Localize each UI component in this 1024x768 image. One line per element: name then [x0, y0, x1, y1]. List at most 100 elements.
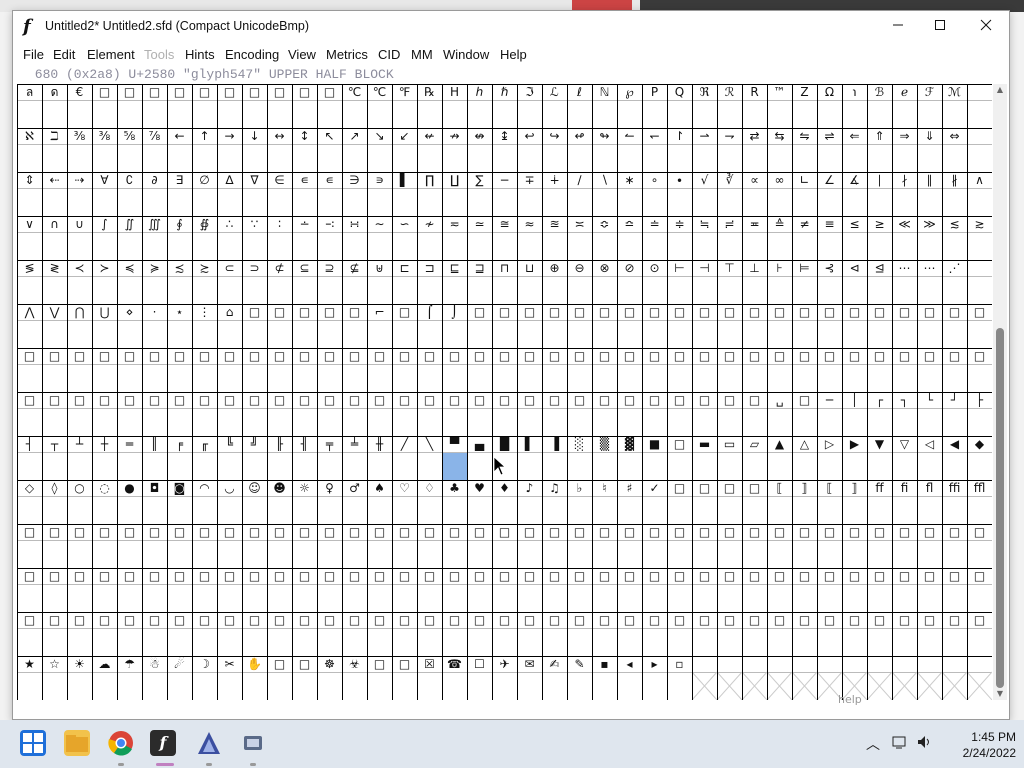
glyph-cell[interactable]: □ [524, 305, 535, 319]
glyph-cell[interactable]: □ [324, 569, 335, 583]
glyph-cell[interactable]: ∇ [249, 173, 259, 187]
glyph-cell[interactable]: ﬂ [926, 481, 934, 495]
glyph-cell[interactable]: □ [749, 349, 760, 363]
glyph-cell[interactable]: □ [299, 657, 310, 671]
glyph-cell[interactable]: ⅜ [99, 129, 111, 143]
glyph-cell[interactable]: ⇕ [24, 173, 34, 187]
glyph-cell[interactable]: □ [99, 569, 110, 583]
glyph-cell[interactable]: ⊖ [574, 261, 584, 275]
glyph-cell[interactable]: ⊰ [824, 261, 834, 275]
glyph-cell[interactable]: ☻ [273, 481, 286, 495]
glyph-cell[interactable]: □ [624, 349, 635, 363]
glyph-cell[interactable]: □ [274, 569, 285, 583]
glyph-cell[interactable]: ∼ [374, 217, 384, 231]
glyph-cell[interactable]: ⊨ [799, 261, 809, 275]
glyph-cell[interactable]: □ [574, 393, 585, 407]
glyph-cell[interactable]: □ [899, 525, 910, 539]
glyph-cell[interactable]: □ [749, 393, 760, 407]
glyph-cell[interactable]: ☒ [424, 657, 435, 671]
glyph-cell[interactable]: □ [599, 525, 610, 539]
menu-element[interactable]: Element [87, 47, 135, 62]
glyph-cell[interactable]: □ [499, 613, 510, 627]
glyph-cell[interactable]: ℓ [576, 85, 582, 99]
glyph-cell[interactable]: □ [799, 525, 810, 539]
menu-edit[interactable]: Edit [53, 47, 75, 62]
glyph-cell[interactable]: ∔ [549, 173, 559, 187]
glyph-cell[interactable]: □ [924, 569, 935, 583]
glyph-cell[interactable]: ℛ [725, 85, 735, 99]
scroll-up-arrow-icon[interactable]: ▲ [993, 84, 1007, 96]
glyph-cell[interactable]: □ [474, 613, 485, 627]
glyph-cell[interactable]: ║ [151, 436, 158, 451]
glyph-cell[interactable]: ☣ [349, 657, 360, 671]
glyph-cell[interactable]: □ [249, 393, 260, 407]
glyph-cell[interactable]: ╤ [325, 437, 334, 451]
glyph-cell[interactable]: ∤ [902, 173, 908, 187]
glyph-cell[interactable]: □ [949, 613, 960, 627]
glyph-cell[interactable]: □ [149, 393, 160, 407]
glyph-cell[interactable]: ≎ [599, 217, 609, 231]
glyph-cell[interactable]: □ [174, 349, 185, 363]
glyph-cell[interactable]: □ [649, 349, 660, 363]
glyph-cell[interactable]: □ [624, 393, 635, 407]
glyph-cell[interactable]: ⋅ [153, 305, 157, 319]
menu-view[interactable]: View [288, 47, 316, 62]
glyph-cell[interactable]: ◇ [25, 481, 35, 495]
glyph-cell[interactable]: ↾ [674, 129, 684, 143]
menu-mm[interactable]: MM [411, 47, 433, 62]
glyph-cell[interactable]: □ [424, 613, 435, 627]
glyph-cell[interactable]: □ [874, 525, 885, 539]
glyph-cell[interactable]: □ [574, 305, 585, 319]
glyph-cell[interactable]: □ [549, 569, 560, 583]
glyph-cell[interactable]: □ [299, 349, 310, 363]
glyph-cell[interactable]: □ [449, 569, 460, 583]
glyph-cell[interactable]: ≼ [124, 261, 134, 275]
glyph-cell[interactable]: □ [274, 349, 285, 363]
glyph-cell[interactable]: ∞ [775, 173, 785, 187]
glyph-cell[interactable]: ด [51, 85, 59, 99]
glyph-cell[interactable]: ╧ [350, 436, 359, 451]
glyph-cell[interactable]: □ [174, 85, 185, 99]
glyph-cell[interactable]: □ [324, 613, 335, 627]
glyph-cell[interactable]: ≺ [74, 261, 84, 275]
glyph-cell[interactable]: □ [874, 349, 885, 363]
glyph-cell[interactable]: − [499, 173, 509, 187]
glyph-cell[interactable]: ⊴ [874, 261, 884, 275]
glyph-cell[interactable]: ⊄ [274, 261, 284, 275]
glyph-cell[interactable] [966, 671, 992, 700]
glyph-cell[interactable]: ⊏ [399, 261, 409, 275]
glyph-cell[interactable]: ↗ [349, 129, 359, 143]
glyph-cell[interactable]: ┐ [900, 393, 908, 407]
glyph-cell[interactable]: ≊ [549, 217, 559, 231]
glyph-cell[interactable]: □ [524, 393, 535, 407]
glyph-cell[interactable]: ⊑ [449, 261, 459, 275]
glyph-cell[interactable]: □ [549, 305, 560, 319]
glyph-cell[interactable]: ⇌ [824, 129, 834, 143]
glyph-cell[interactable]: │ [851, 392, 858, 407]
volume-icon[interactable] [916, 734, 932, 754]
glyph-cell[interactable]: ℘ [625, 85, 634, 99]
glyph-cell[interactable]: □ [799, 613, 810, 627]
glyph-cell[interactable]: ─ [825, 393, 834, 407]
glyph-cell[interactable]: ∪ [75, 217, 84, 231]
glyph-cell[interactable]: ♯ [627, 481, 633, 495]
glyph-cell[interactable]: □ [624, 613, 635, 627]
glyph-cell[interactable]: ☎ [447, 657, 462, 671]
glyph-cell[interactable]: □ [549, 525, 560, 539]
glyph-cell[interactable]: ▐ [550, 436, 560, 451]
glyph-cell[interactable]: ∠ [824, 173, 835, 187]
glyph-cell[interactable]: ▒ [600, 436, 610, 451]
glyph-cell[interactable]: □ [399, 305, 410, 319]
glyph-cell[interactable]: ⊆ [299, 261, 309, 275]
glyph-cell[interactable]: □ [174, 569, 185, 583]
glyph-cell[interactable]: □ [774, 305, 785, 319]
glyph-cell[interactable]: □ [949, 569, 960, 583]
glyph-cell[interactable]: ♡ [399, 481, 410, 495]
glyph-cell[interactable]: □ [524, 613, 535, 627]
glyph-cell[interactable]: □ [674, 525, 685, 539]
glyph-cell[interactable]: □ [24, 525, 35, 539]
glyph-cell[interactable]: □ [949, 305, 960, 319]
glyph-cell[interactable]: ⋆ [176, 305, 184, 319]
glyph-cell[interactable]: □ [524, 525, 535, 539]
glyph-cell[interactable]: □ [449, 613, 460, 627]
